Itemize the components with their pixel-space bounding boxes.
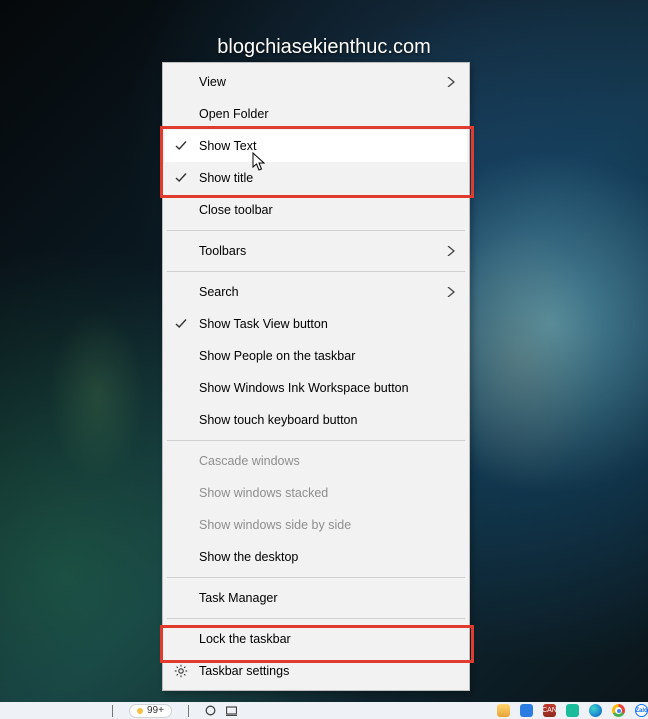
menu-item-lock-taskbar[interactable]: Lock the taskbar xyxy=(165,623,467,655)
menu-label: Open Folder xyxy=(199,107,268,121)
menu-item-show-touch-kb[interactable]: Show touch keyboard button xyxy=(165,404,467,436)
menu-separator xyxy=(167,577,465,578)
menu-label: View xyxy=(199,75,226,89)
taskbar-app-icon[interactable] xyxy=(520,704,533,717)
taskbar[interactable]: 99+ CAN Zalo xyxy=(0,702,648,719)
taskbar-weather-pill[interactable]: 99+ xyxy=(129,704,172,718)
menu-label: Show the desktop xyxy=(199,550,298,564)
menu-item-show-title[interactable]: Show title xyxy=(165,162,467,194)
menu-item-taskbar-settings[interactable]: Taskbar settings xyxy=(165,655,467,687)
menu-label: Show Text xyxy=(199,139,256,153)
cursor-pointer-icon xyxy=(252,152,268,174)
chevron-right-icon xyxy=(447,77,455,87)
menu-item-show-stacked: Show windows stacked xyxy=(165,477,467,509)
taskbar-divider xyxy=(112,705,113,717)
menu-label: Toolbars xyxy=(199,244,246,258)
menu-label: Lock the taskbar xyxy=(199,632,291,646)
menu-label: Taskbar settings xyxy=(199,664,289,678)
taskbar-app-icon[interactable] xyxy=(497,704,510,717)
menu-item-view[interactable]: View xyxy=(165,66,467,98)
taskbar-task-view-icon[interactable] xyxy=(226,705,237,716)
taskbar-app-icon[interactable]: CAN xyxy=(543,704,556,717)
menu-label: Cascade windows xyxy=(199,454,300,468)
taskbar-divider xyxy=(188,705,189,717)
menu-label: Search xyxy=(199,285,239,299)
taskbar-cortana-icon[interactable] xyxy=(205,705,216,716)
taskbar-context-menu: View Open Folder Show Text Show title Cl… xyxy=(162,62,470,691)
taskbar-chrome-icon[interactable] xyxy=(612,704,625,717)
taskbar-zalo-icon[interactable]: Zalo xyxy=(635,704,648,717)
check-icon xyxy=(175,140,187,152)
gear-icon xyxy=(174,664,188,678)
taskbar-edge-icon[interactable] xyxy=(589,704,602,717)
weather-badge-text: 99+ xyxy=(147,705,164,716)
menu-item-show-people[interactable]: Show People on the taskbar xyxy=(165,340,467,372)
chevron-right-icon xyxy=(447,287,455,297)
menu-label: Show windows side by side xyxy=(199,518,351,532)
watermark-text: blogchiasekienthuc.com xyxy=(0,36,648,59)
menu-label: Show title xyxy=(199,171,253,185)
menu-label: Show windows stacked xyxy=(199,486,328,500)
check-icon xyxy=(175,172,187,184)
menu-item-cascade-windows: Cascade windows xyxy=(165,445,467,477)
menu-label: Show Windows Ink Workspace button xyxy=(199,381,409,395)
menu-label: Show Task View button xyxy=(199,317,328,331)
taskbar-app-icon[interactable] xyxy=(566,704,579,717)
menu-item-side-by-side: Show windows side by side xyxy=(165,509,467,541)
menu-label: Close toolbar xyxy=(199,203,273,217)
menu-item-show-task-view[interactable]: Show Task View button xyxy=(165,308,467,340)
menu-item-show-text[interactable]: Show Text xyxy=(165,130,467,162)
menu-label: Task Manager xyxy=(199,591,278,605)
menu-separator xyxy=(167,440,465,441)
menu-separator xyxy=(167,271,465,272)
menu-item-close-toolbar[interactable]: Close toolbar xyxy=(165,194,467,226)
check-icon xyxy=(175,318,187,330)
menu-label: Show touch keyboard button xyxy=(199,413,357,427)
menu-item-open-folder[interactable]: Open Folder xyxy=(165,98,467,130)
menu-item-toolbars[interactable]: Toolbars xyxy=(165,235,467,267)
menu-separator xyxy=(167,230,465,231)
sun-icon xyxy=(137,708,143,714)
menu-separator xyxy=(167,618,465,619)
menu-item-search[interactable]: Search xyxy=(165,276,467,308)
chevron-right-icon xyxy=(447,246,455,256)
menu-item-show-desktop[interactable]: Show the desktop xyxy=(165,541,467,573)
menu-label: Show People on the taskbar xyxy=(199,349,355,363)
menu-item-task-manager[interactable]: Task Manager xyxy=(165,582,467,614)
menu-item-show-ink[interactable]: Show Windows Ink Workspace button xyxy=(165,372,467,404)
